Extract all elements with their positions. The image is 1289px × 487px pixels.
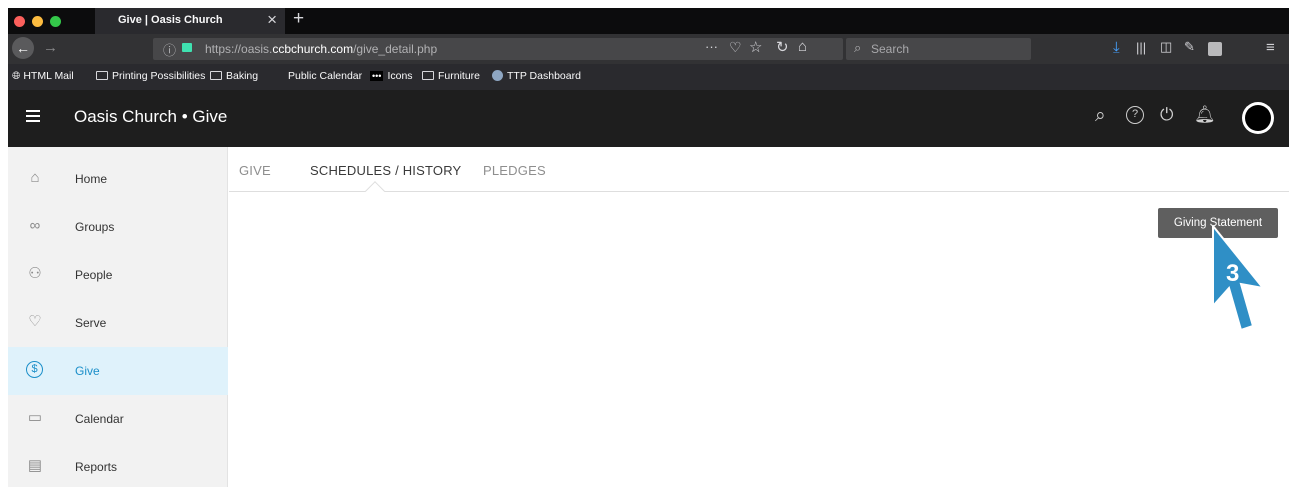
library-icon[interactable]: ||| xyxy=(1136,40,1146,55)
bookmark-icons[interactable]: ••• Icons xyxy=(370,70,413,82)
main-tabs: GIVE SCHEDULES / HISTORY PLEDGES xyxy=(229,147,1289,192)
browser-tab[interactable]: Give | Oasis Church × xyxy=(95,8,285,34)
page-actions-icon[interactable]: ··· xyxy=(705,39,718,54)
menu-icon[interactable]: ≡ xyxy=(1266,39,1275,56)
forward-icon[interactable]: → xyxy=(43,39,58,56)
bookmarks-bar: 🌐︎ HTML Mail Printing Possibilities Baki… xyxy=(8,64,1289,90)
step-number: 3 xyxy=(1226,260,1239,287)
app-title: Oasis Church • Give xyxy=(74,107,228,126)
extension-icon[interactable]: ✎ xyxy=(1184,39,1195,55)
sidebar-item-calendar[interactable]: ▭ Calendar xyxy=(8,395,228,443)
hamburger-menu-icon[interactable] xyxy=(26,110,40,122)
avatar[interactable] xyxy=(1242,102,1274,134)
bell-icon[interactable]: 🔔︎ xyxy=(1194,105,1216,125)
address-bar[interactable]: ⓘ https://oasis.ccbchurch.com/give_detai… xyxy=(153,38,843,60)
folder-icon xyxy=(96,71,108,80)
home-browser-icon[interactable]: ⌂ xyxy=(798,38,807,55)
sidebar-item-label: Home xyxy=(75,172,108,186)
groups-icon: ∞ xyxy=(29,217,41,234)
download-icon[interactable]: ⤓ xyxy=(1113,39,1120,56)
tab-title: Give | Oasis Church xyxy=(118,14,223,26)
tab-schedules-history[interactable]: SCHEDULES / HISTORY xyxy=(310,163,461,178)
tab-pledges[interactable]: PLEDGES xyxy=(483,163,546,178)
search-placeholder: Search xyxy=(871,42,910,56)
sidebar-item-people[interactable]: ⚇ People xyxy=(8,251,228,299)
zoom-window-button[interactable] xyxy=(50,16,61,27)
sidebar: ⌂ Home ∞ Groups ⚇ People ♡ Serve $ Give … xyxy=(8,147,228,487)
bookmark-public-calendar[interactable]: Public Calendar xyxy=(288,70,362,82)
minimize-window-button[interactable] xyxy=(32,16,43,27)
account-icon[interactable] xyxy=(1208,42,1222,56)
back-icon[interactable]: ← xyxy=(12,37,34,59)
search-icon[interactable]: ⌕ xyxy=(1095,105,1106,127)
bookmark-ttp-dashboard[interactable]: TTP Dashboard xyxy=(492,70,581,82)
navigation-bar: ← → ⓘ https://oasis.ccbchurch.com/give_d… xyxy=(8,34,1289,64)
help-icon[interactable]: ? xyxy=(1126,106,1144,124)
sidebar-item-label: Reports xyxy=(75,460,118,474)
bookmark-html-mail[interactable]: 🌐︎ HTML Mail xyxy=(12,70,74,83)
url-text[interactable]: https://oasis.ccbchurch.com/give_detail.… xyxy=(205,42,437,56)
dots-icon: ••• xyxy=(370,71,384,81)
power-icon[interactable]: ⏻ xyxy=(1160,105,1173,125)
info-icon[interactable]: ⓘ xyxy=(163,40,176,59)
tab-give[interactable]: GIVE xyxy=(239,163,271,178)
bookmark-star-icon[interactable]: ☆ xyxy=(749,38,762,56)
sidebar-item-reports[interactable]: ▤ Reports xyxy=(8,443,228,487)
sidebar-item-label: Give xyxy=(75,364,100,378)
browser-window: Give | Oasis Church × + ← → ⓘ https://oa… xyxy=(8,8,1289,487)
sidebar-item-label: Groups xyxy=(75,220,115,234)
close-window-button[interactable] xyxy=(14,16,25,27)
browser-search-box[interactable]: ⌕ Search xyxy=(846,38,1031,60)
pocket-icon[interactable]: ♡ xyxy=(729,39,742,56)
sidebar-item-serve[interactable]: ♡ Serve xyxy=(8,299,228,347)
globe-icon: 🌐︎ xyxy=(12,70,24,82)
reports-icon: ▤ xyxy=(27,457,43,474)
reload-icon[interactable]: ↻ xyxy=(776,38,789,56)
search-icon: ⌕ xyxy=(854,40,862,55)
sidebar-item-label: Serve xyxy=(75,316,107,330)
heart-icon: ♡ xyxy=(28,313,42,330)
sidebar-item-give[interactable]: $ Give xyxy=(8,347,228,395)
step-annotation-arrow: 3 xyxy=(1212,226,1266,332)
home-icon: ⌂ xyxy=(30,169,40,186)
sidebar-toggle-icon[interactable]: ◫ xyxy=(1160,39,1172,55)
sidebar-item-label: People xyxy=(75,268,113,282)
bookmark-printing-possibilities[interactable]: Printing Possibilities xyxy=(96,70,205,82)
new-tab-button[interactable]: + xyxy=(293,8,304,30)
bookmark-furniture[interactable]: Furniture xyxy=(422,70,480,82)
people-icon: ⚇ xyxy=(28,265,42,282)
bookmark-baking[interactable]: Baking xyxy=(210,70,258,82)
folder-icon xyxy=(422,71,434,80)
lock-icon xyxy=(182,43,192,52)
folder-icon xyxy=(210,71,222,80)
calendar-icon: ▭ xyxy=(27,409,43,426)
close-tab-icon[interactable]: × xyxy=(267,10,277,30)
tab-bar: Give | Oasis Church × + xyxy=(8,8,1289,34)
sidebar-item-label: Calendar xyxy=(75,412,124,426)
dollar-icon: $ xyxy=(26,361,43,378)
bookmark-favicon-icon xyxy=(492,70,503,81)
sidebar-item-home[interactable]: ⌂ Home xyxy=(8,155,228,203)
sidebar-item-groups[interactable]: ∞ Groups xyxy=(8,203,228,251)
app-header: Oasis Church • Give ⌕ ? ⏻ 🔔︎ xyxy=(8,90,1289,147)
